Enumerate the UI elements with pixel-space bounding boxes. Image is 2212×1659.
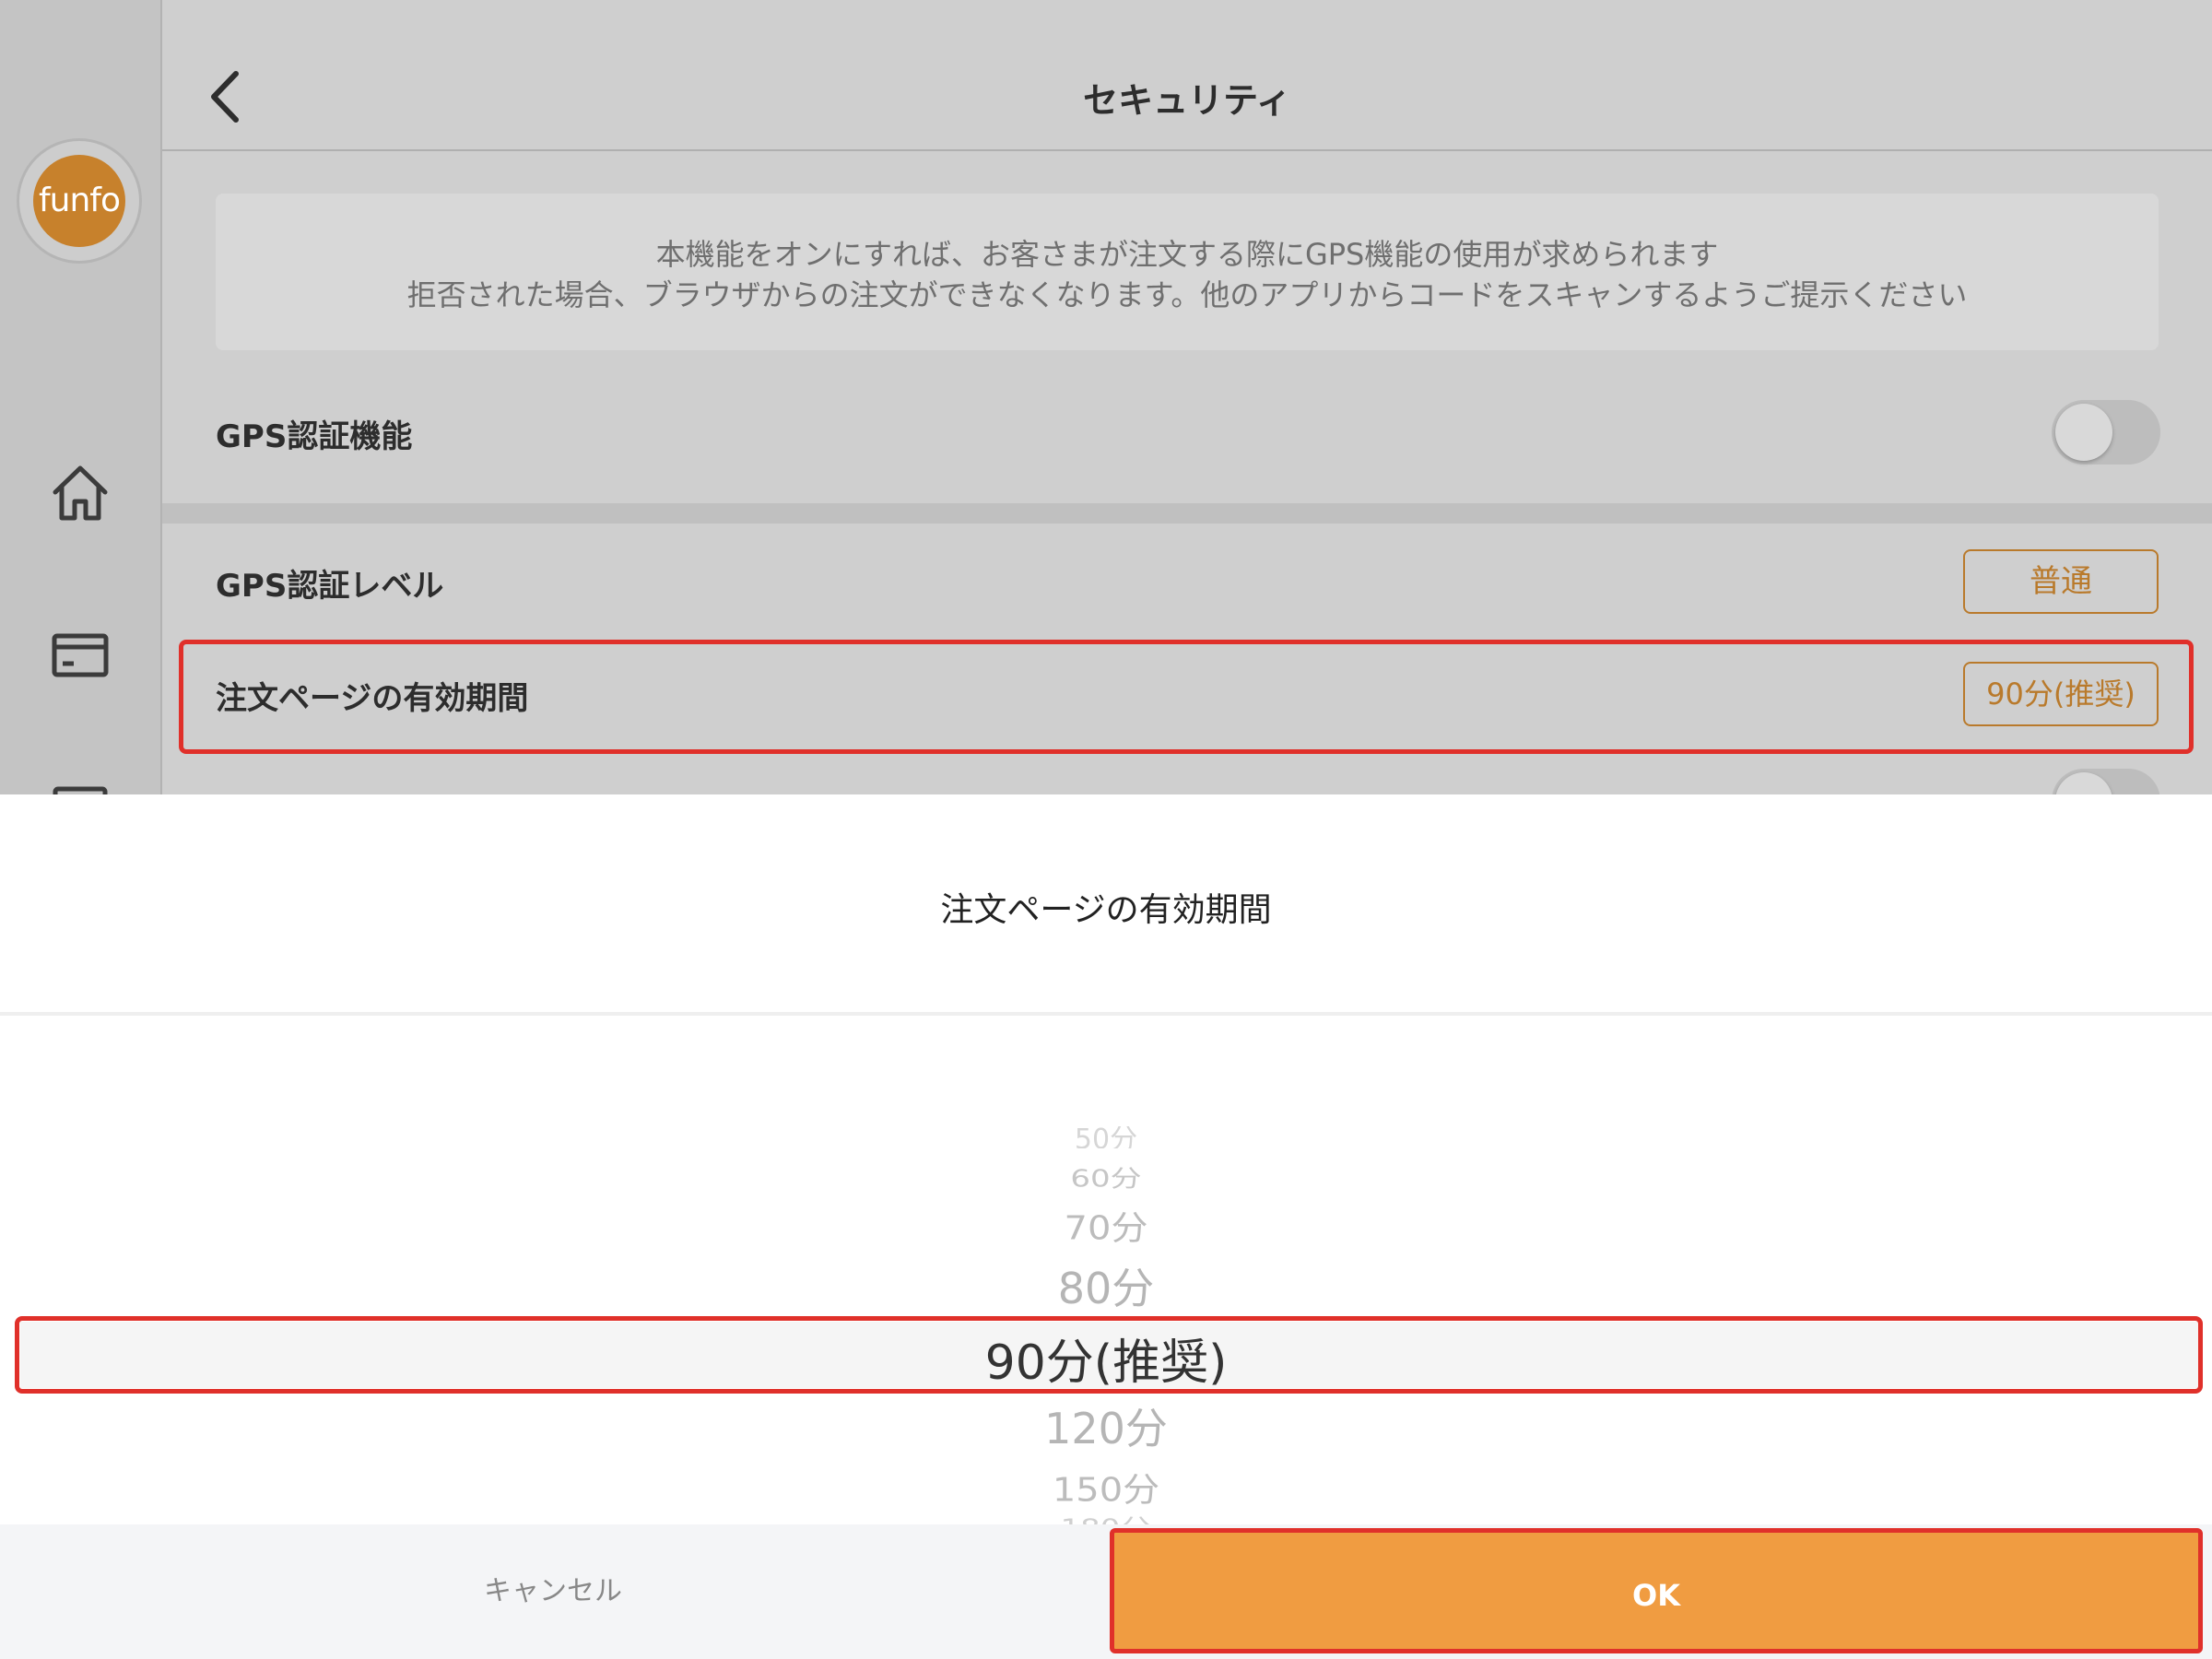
sidebar: funfo (0, 0, 162, 794)
picker-title: 注文ページの有効期間 (940, 891, 1272, 929)
gps-auth-toggle[interactable] (2052, 400, 2160, 465)
picker-option[interactable]: 120分 (0, 1395, 2212, 1456)
ok-button[interactable]: OK (1110, 1528, 2203, 1653)
picker-option[interactable]: 70分 (0, 1201, 2212, 1249)
picker-option[interactable]: 80分 (0, 1255, 2212, 1316)
notice-line-1: 本機能をオンにすれば、お客さまが注文する際にGPS機能の使用が求められます (655, 237, 1719, 272)
home-icon[interactable] (48, 461, 112, 525)
partial-row-label: セーフモード (216, 785, 402, 794)
toggle-knob (2055, 404, 2112, 461)
gps-auth-label: GPS認証機能 (216, 418, 413, 455)
menu-icon[interactable] (48, 780, 112, 794)
page-header: セキュリティ (162, 0, 2212, 151)
page-title: セキュリティ (1083, 80, 1291, 121)
card-icon[interactable] (48, 623, 112, 688)
gps-level-value-button[interactable]: 普通 (1963, 549, 2159, 614)
picker-footer: キャンセル OK (0, 1524, 2212, 1659)
highlight-order-validity-row (179, 640, 2194, 754)
partial-row-toggle[interactable] (2052, 769, 2160, 794)
gps-auth-row: GPS認証機能 (162, 387, 2212, 479)
picker-option[interactable]: 60分 (0, 1159, 2212, 1194)
logo-badge[interactable]: funfo (17, 138, 142, 264)
funfo-logo: funfo (33, 155, 125, 247)
cancel-button[interactable]: キャンセル (0, 1524, 1106, 1659)
toggle-knob (2055, 772, 2112, 794)
section-divider (162, 503, 2212, 524)
highlight-selected-option (15, 1316, 2203, 1394)
picker-title-divider (0, 1012, 2212, 1016)
security-settings-screen: funfo セキュリティ 本機能をオンにすれば、お客さまが注文する際にGPS機能… (0, 0, 2212, 794)
gps-level-row: GPS認証レベル 普通 (162, 535, 2212, 627)
gps-notice: 本機能をオンにすれば、お客さまが注文する際にGPS機能の使用が求められます 拒否… (216, 194, 2159, 350)
gps-level-label: GPS認証レベル (216, 568, 444, 605)
picker-option[interactable]: 50分 (0, 1126, 2212, 1148)
picker-option[interactable]: 150分 (0, 1463, 2212, 1511)
notice-line-2: 拒否された場合、ブラウザからの注文ができなくなります。他のアプリからコードをスキ… (406, 277, 1968, 312)
